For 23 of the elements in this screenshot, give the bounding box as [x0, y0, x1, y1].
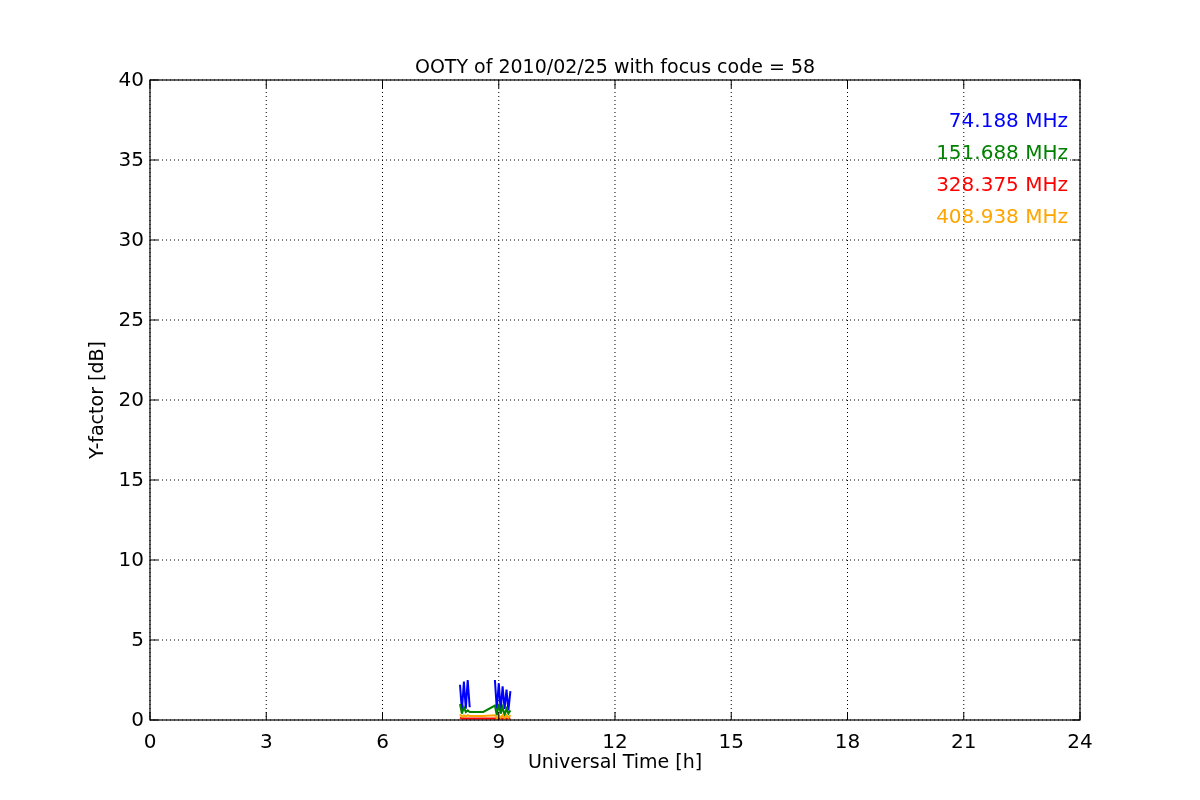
tick-label: 21	[951, 728, 977, 753]
tick-label: 5	[131, 626, 144, 651]
tick-label: 24	[1067, 728, 1093, 753]
axis-label: Y-factor [dB]	[84, 341, 107, 459]
tick-label: 30	[118, 226, 144, 251]
legend-label: 408.938 MHz	[936, 203, 1068, 228]
tick-label: 9	[492, 728, 506, 753]
tick-label: 20	[118, 386, 144, 411]
legend-label: 151.688 MHz	[936, 139, 1068, 164]
tick-label: 35	[118, 146, 144, 171]
tick-label: 10	[118, 546, 144, 571]
tick-label: 40	[118, 66, 144, 91]
tick-label: 0	[143, 728, 157, 753]
tick-label: 25	[118, 306, 144, 331]
tick-label: 0	[131, 706, 144, 731]
tick-label: 3	[259, 728, 273, 753]
tick-label: 15	[718, 728, 744, 753]
tick-label: 18	[834, 728, 861, 753]
legend-label: 328.375 MHz	[936, 171, 1068, 196]
tick-label: 15	[118, 466, 144, 491]
chart-title: OOTY of 2010/02/25 with focus code = 58	[414, 54, 816, 77]
legend-label: 74.188 MHz	[948, 107, 1068, 132]
tick-label: 6	[376, 728, 389, 753]
